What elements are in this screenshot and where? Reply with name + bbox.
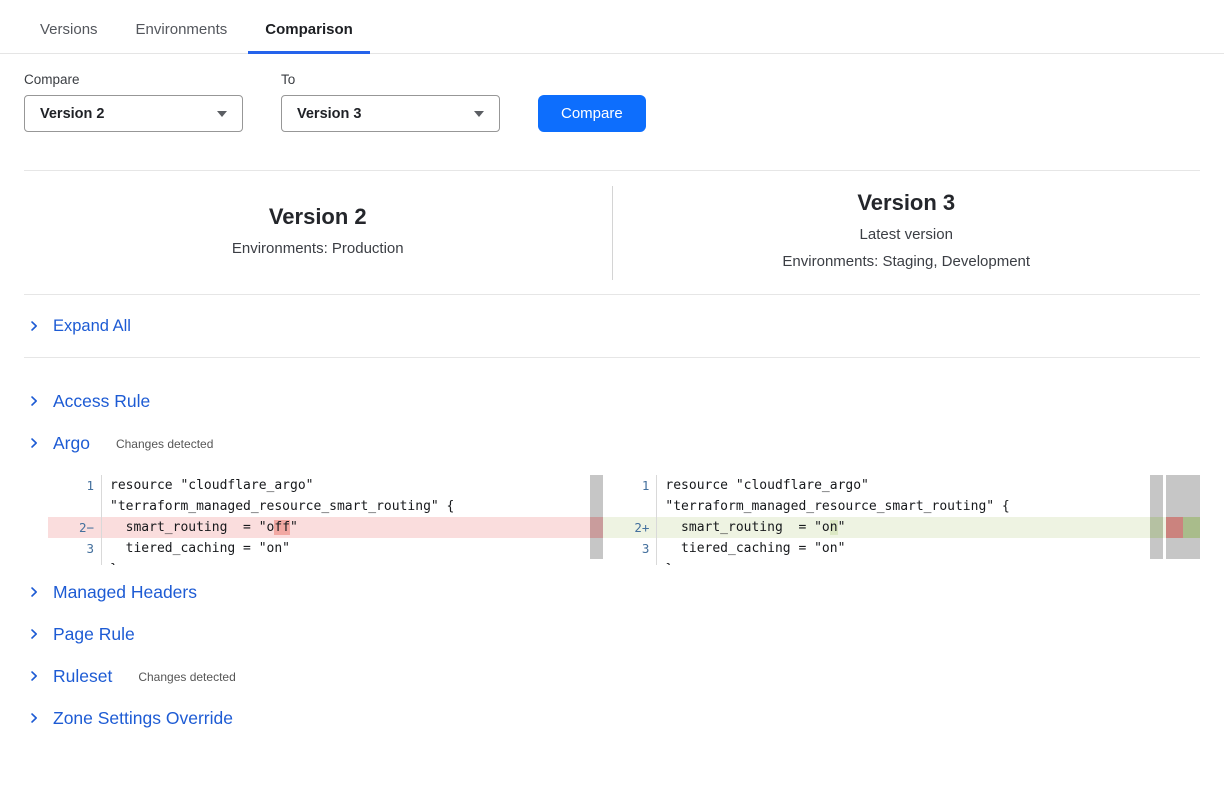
scrollbar-added-marker (1150, 517, 1163, 538)
chevron-right-icon (27, 319, 41, 333)
added-word-highlight: n (830, 520, 838, 535)
diff-right-editor[interactable]: 1 resource "cloudflare_argo" "terraform_… (603, 475, 1200, 565)
diff-line: 3 tiered_caching = "on" (48, 538, 603, 559)
section-zone-settings-override[interactable]: Zone Settings Override (24, 697, 1200, 739)
code-text: resource "cloudflare_argo" (102, 475, 314, 496)
diff-line: 1 resource "cloudflare_argo" (603, 475, 1174, 496)
version-right-panel: Version 3 Latest version Environments: S… (613, 190, 1201, 275)
line-number (48, 559, 102, 565)
code-text: smart_routing = "off" (102, 517, 298, 538)
chevron-right-icon (27, 436, 41, 450)
diff-line-added: 2+ smart_routing = "on" (603, 517, 1174, 538)
expand-all-button[interactable]: Expand All (24, 295, 1200, 358)
compare-from-label: Compare (24, 72, 243, 87)
argo-diff-view: 1 resource "cloudflare_argo" "terraform_… (48, 475, 1200, 565)
tab-versions[interactable]: Versions (40, 21, 98, 53)
sections-list: Access Rule Argo Changes detected 1 reso… (24, 380, 1200, 739)
line-number: 3 (603, 538, 657, 559)
code-text: tiered_caching = "on" (102, 538, 290, 559)
chevron-right-icon (27, 585, 41, 599)
right-editor-scrollbar[interactable] (1150, 475, 1163, 559)
diff-line: 1 resource "cloudflare_argo" (48, 475, 603, 496)
compare-to-field: To Version 3 (281, 72, 500, 132)
tab-bar: Versions Environments Comparison (0, 0, 1224, 54)
compare-from-value: Version 2 (40, 106, 104, 122)
diff-line-wrap: "terraform_managed_resource_smart_routin… (603, 496, 1174, 517)
chevron-right-icon (27, 669, 41, 683)
section-label: Managed Headers (53, 582, 197, 603)
chevron-right-icon (27, 711, 41, 725)
section-page-rule[interactable]: Page Rule (24, 613, 1200, 655)
diff-overview-ruler (1166, 475, 1200, 559)
line-number: 1 (48, 475, 102, 496)
compare-button[interactable]: Compare (538, 95, 646, 132)
line-number: 2− (48, 517, 102, 538)
ruler-removed-marker (1166, 517, 1183, 538)
tab-environments[interactable]: Environments (136, 21, 228, 53)
diff-line-wrap: "terraform_managed_resource_smart_routin… (48, 496, 603, 517)
version-right-environments: Environments: Staging, Development (613, 248, 1201, 275)
line-number: 3 (48, 538, 102, 559)
compare-to-select[interactable]: Version 3 (281, 95, 500, 132)
scrollbar-removed-marker (590, 517, 603, 538)
line-number: 1 (603, 475, 657, 496)
version-right-latest-label: Latest version (613, 221, 1201, 248)
code-text: "terraform_managed_resource_smart_routin… (657, 496, 1009, 517)
version-right-title: Version 3 (613, 190, 1201, 216)
line-number (48, 496, 102, 517)
removed-word-highlight: ff (274, 520, 290, 535)
diff-left-code: 1 resource "cloudflare_argo" "terraform_… (48, 475, 603, 565)
version-left-title: Version 2 (24, 204, 612, 230)
line-number (603, 496, 657, 517)
diff-line: } (603, 559, 1174, 565)
code-text: } (102, 559, 118, 565)
line-number (603, 559, 657, 565)
changes-detected-badge: Changes detected (116, 435, 213, 451)
section-argo[interactable]: Argo Changes detected (24, 422, 1200, 464)
version-left-panel: Version 2 Environments: Production (24, 204, 612, 262)
code-text: smart_routing = "on" (657, 517, 845, 538)
section-managed-headers[interactable]: Managed Headers (24, 571, 1200, 613)
code-text: tiered_caching = "on" (657, 538, 845, 559)
changes-detected-badge: Changes detected (138, 668, 235, 684)
expand-all-label: Expand All (53, 317, 131, 336)
compare-from-field: Compare Version 2 (24, 72, 243, 132)
chevron-down-icon (217, 111, 227, 117)
compare-form: Compare Version 2 To Version 3 Compare (24, 72, 1200, 132)
code-text: } (657, 559, 673, 565)
diff-left-editor[interactable]: 1 resource "cloudflare_argo" "terraform_… (48, 475, 603, 565)
section-ruleset[interactable]: Ruleset Changes detected (24, 655, 1200, 697)
compare-from-select[interactable]: Version 2 (24, 95, 243, 132)
diff-line: 3 tiered_caching = "on" (603, 538, 1174, 559)
section-label: Page Rule (53, 624, 135, 645)
line-number: 2+ (603, 517, 657, 538)
section-label: Access Rule (53, 391, 150, 412)
code-text: "terraform_managed_resource_smart_routin… (102, 496, 454, 517)
version-left-environments: Environments: Production (24, 235, 612, 262)
chevron-right-icon (27, 627, 41, 641)
code-text: resource "cloudflare_argo" (657, 475, 869, 496)
tab-comparison[interactable]: Comparison (265, 21, 353, 53)
version-headers: Version 2 Environments: Production Versi… (24, 171, 1200, 294)
chevron-down-icon (474, 111, 484, 117)
compare-to-value: Version 3 (297, 106, 361, 122)
left-editor-scrollbar[interactable] (590, 475, 603, 559)
diff-line-removed: 2− smart_routing = "off" (48, 517, 603, 538)
chevron-right-icon (27, 394, 41, 408)
compare-to-label: To (281, 72, 500, 87)
section-label: Zone Settings Override (53, 708, 233, 729)
section-label: Ruleset (53, 666, 112, 687)
diff-right-code: 1 resource "cloudflare_argo" "terraform_… (603, 475, 1174, 565)
section-label: Argo (53, 433, 90, 454)
diff-line: } (48, 559, 603, 565)
section-access-rule[interactable]: Access Rule (24, 380, 1200, 422)
ruler-added-marker (1183, 517, 1200, 538)
